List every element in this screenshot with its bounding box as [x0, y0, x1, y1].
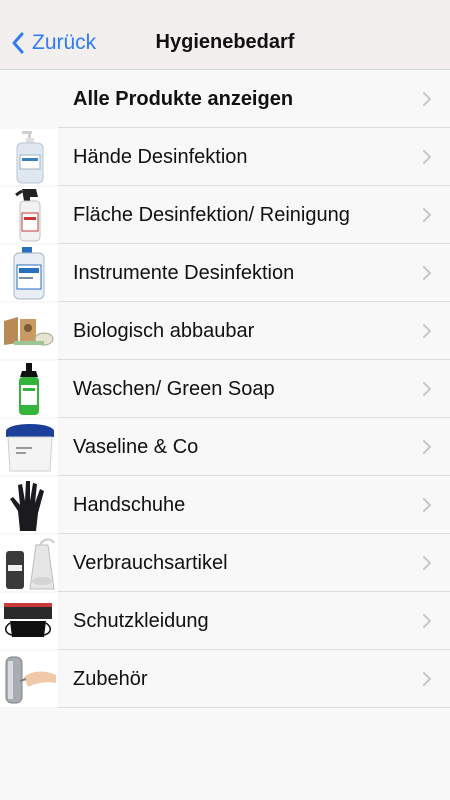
list-item-zubehoer[interactable]: Zubehör	[0, 650, 450, 708]
green-soap-bottle-image	[0, 361, 58, 417]
list-item-haende-desinfektion[interactable]: Hände Desinfektion	[0, 128, 450, 186]
chevron-right-icon	[423, 92, 431, 106]
list-item-instrumente-desinfektion[interactable]: Instrumente Desinfektion	[0, 244, 450, 302]
list-item-all-products[interactable]: Alle Produkte anzeigen	[0, 70, 450, 128]
list-item-label: Alle Produkte anzeigen	[73, 88, 294, 110]
list-item-label: Zubehör	[73, 668, 148, 690]
chevron-right-icon	[423, 208, 431, 222]
pump-bottle-image	[0, 129, 58, 185]
soap-dispenser-image	[0, 651, 58, 707]
spray-bottle-image	[0, 187, 58, 243]
list-item-label: Biologisch abbaubar	[73, 320, 255, 342]
face-masks-box-image	[0, 593, 58, 649]
list-item-handschuhe[interactable]: Handschuhe	[0, 476, 450, 534]
list-item-label: Schutzkleidung	[73, 610, 209, 632]
list-item-schutzkleidung[interactable]: Schutzkleidung	[0, 592, 450, 650]
list-item-waschen-green-soap[interactable]: Waschen/ Green Soap	[0, 360, 450, 418]
navigation-bar: Zurück Hygienebedarf	[0, 0, 450, 70]
list-item-label: Waschen/ Green Soap	[73, 378, 275, 400]
chevron-right-icon	[423, 266, 431, 280]
list-item-biologisch-abbaubar[interactable]: Biologisch abbaubar	[0, 302, 450, 360]
list-item-label: Fläche Desinfektion/ Reinigung	[73, 204, 350, 226]
list-item-label: Verbrauchsartikel	[73, 552, 228, 574]
chevron-right-icon	[423, 614, 431, 628]
black-glove-image	[0, 477, 58, 533]
list-item-label: Hände Desinfektion	[73, 146, 248, 168]
chevron-right-icon	[423, 440, 431, 454]
page-title: Hygienebedarf	[155, 31, 295, 53]
list-item-vaseline-co[interactable]: Vaseline & Co	[0, 418, 450, 476]
canister-image	[0, 245, 58, 301]
chevron-right-icon	[423, 382, 431, 396]
chevron-right-icon	[423, 150, 431, 164]
list-item-verbrauchsartikel[interactable]: Verbrauchsartikel	[0, 534, 450, 592]
paper-products-image	[0, 303, 58, 359]
consumables-image	[0, 535, 58, 591]
list-item-label: Instrumente Desinfektion	[73, 262, 295, 284]
list-item-label: Vaseline & Co	[73, 436, 199, 458]
list-item-label: Handschuhe	[73, 494, 186, 516]
chevron-right-icon	[423, 324, 431, 338]
vaseline-tub-image	[0, 419, 58, 475]
chevron-right-icon	[423, 498, 431, 512]
category-list: Alle Produkte anzeigen Hände Desinfektio…	[0, 70, 450, 708]
chevron-right-icon	[423, 672, 431, 686]
chevron-right-icon	[423, 556, 431, 570]
list-item-flaeche-desinfektion[interactable]: Fläche Desinfektion/ Reinigung	[0, 186, 450, 244]
